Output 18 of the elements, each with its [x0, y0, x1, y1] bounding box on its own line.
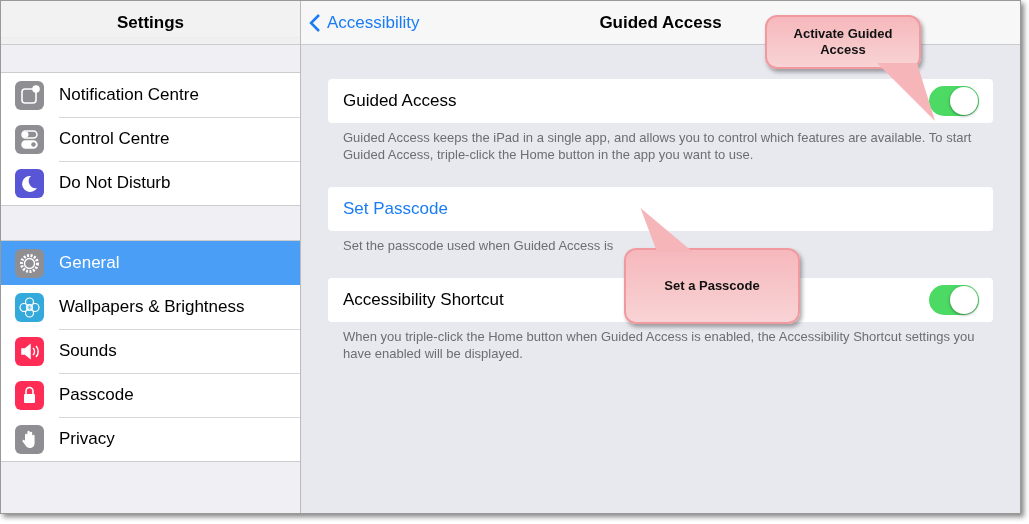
callout-text: Activate Guided Access: [792, 26, 894, 58]
sidebar-item-label: Notification Centre: [59, 85, 199, 105]
row-footnote: Guided Access keeps the iPad in a single app, and allows you to control which features are available. To start Guided Access, triple-click the Home button in the app you want to use.: [343, 129, 973, 163]
row-label: Guided Access: [343, 91, 457, 111]
sidebar-item-label: Wallpapers & Brightness: [59, 297, 245, 317]
sidebar-item-label: Control Centre: [59, 129, 170, 149]
callout-text: Set a Passcode: [663, 278, 761, 294]
row-footnote: When you triple-click the Home button when Guided Access is enabled, the Accessibility Shortcut settings you have enabled will be displayed.: [343, 328, 976, 362]
sidebar-title: Settings: [116, 12, 185, 33]
row-label: Set Passcode: [343, 199, 448, 219]
sidebar-item-label: Passcode: [59, 385, 134, 405]
sidebar-item-label: Do Not Disturb: [59, 173, 171, 193]
row-footnote: Set the passcode used when Guided Access is: [343, 237, 615, 254]
page-title: Guided Access: [599, 12, 722, 33]
sidebar-item-label: Sounds: [59, 341, 117, 361]
sidebar-item-label: General: [59, 253, 120, 273]
row-label: Accessibility Shortcut: [343, 290, 504, 310]
sidebar-item-label: Privacy: [59, 429, 115, 449]
